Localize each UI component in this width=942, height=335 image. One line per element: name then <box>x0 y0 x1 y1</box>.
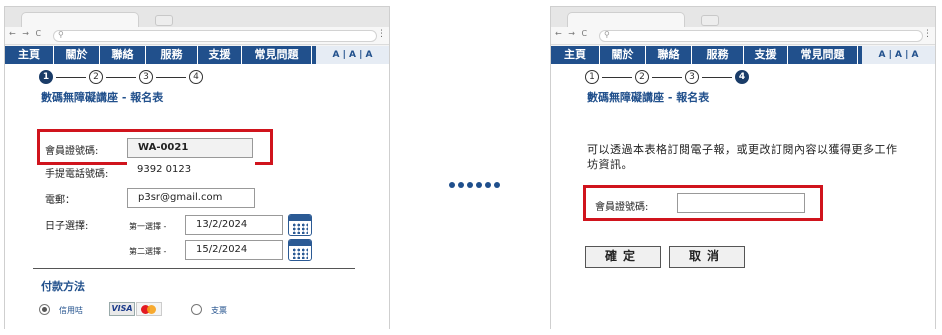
search-icon: ⚲ <box>604 30 610 39</box>
step-3: 3 <box>685 70 699 84</box>
page-content: 1 2 3 4 數碼無障礙講座 - 報名表 可以透過本表格訂閱電子報，或更改訂閱… <box>551 64 935 329</box>
site-nav: 主頁 關於 聯絡 服務 支援 常見問題 A | A | A <box>5 46 389 64</box>
url-input[interactable]: ⚲ <box>599 30 923 42</box>
member-id-field[interactable] <box>677 193 805 213</box>
step-1: 1 <box>585 70 599 84</box>
nav-home[interactable]: 主頁 <box>5 46 54 64</box>
nav-home[interactable]: 主頁 <box>551 46 600 64</box>
divider <box>33 268 355 269</box>
member-id-field[interactable]: WA-0021 <box>127 138 253 158</box>
email-field[interactable]: p3sr@gmail.com <box>127 188 255 208</box>
calendar-icon[interactable] <box>288 239 312 261</box>
search-icon: ⚲ <box>58 30 64 39</box>
first-date-field[interactable]: 13/2/2024 <box>185 215 283 235</box>
email-label: 電郵： <box>45 195 75 206</box>
browser-window-subscription: ← → C ⚲ ⋮ 主頁 關於 聯絡 服務 支援 常見問題 A | A | A … <box>550 6 936 329</box>
form-title: 數碼無障礙講座 - 報名表 <box>587 91 710 104</box>
form-title: 數碼無障礙講座 - 報名表 <box>41 91 164 104</box>
nav-contact[interactable]: 聯絡 <box>646 46 692 64</box>
cheque-radio[interactable] <box>191 304 202 315</box>
cheque-label: 支票 <box>211 306 227 315</box>
second-choice-label: 第二選擇 - <box>129 247 167 256</box>
subscription-description: 可以透過本表格訂閱電子報，或更改訂閱內容以獲得更多工作坊資訊。 <box>587 143 898 171</box>
font-size-control[interactable]: A | A | A <box>862 46 935 64</box>
browser-menu-icon[interactable]: ⋮ <box>923 29 932 39</box>
credit-card-label: 信用咭 <box>59 306 83 315</box>
date-label: 日子選擇: <box>45 221 89 232</box>
dot <box>476 182 482 188</box>
dot <box>485 182 491 188</box>
browser-tab-strip <box>551 7 935 27</box>
site-nav: 主頁 關於 聯絡 服務 支援 常見問題 A | A | A <box>551 46 935 64</box>
payment-section-title: 付款方法 <box>41 280 85 293</box>
nav-buttons[interactable]: ← → C <box>9 29 43 38</box>
browser-menu-icon[interactable]: ⋮ <box>377 29 386 39</box>
address-bar: ← → C ⚲ ⋮ <box>551 27 935 45</box>
browser-tab[interactable] <box>21 12 139 27</box>
step-connector <box>56 76 86 78</box>
nav-about[interactable]: 關於 <box>600 46 646 64</box>
step-3: 3 <box>139 70 153 84</box>
nav-support[interactable]: 支援 <box>198 46 242 64</box>
nav-services[interactable]: 服務 <box>692 46 744 64</box>
step-connector <box>652 76 682 78</box>
step-connector <box>156 76 186 78</box>
calendar-icon[interactable] <box>288 214 312 236</box>
confirm-button[interactable]: 確定 <box>585 246 661 268</box>
dot <box>458 182 464 188</box>
step-4: 4 <box>735 70 749 84</box>
nav-about[interactable]: 關於 <box>54 46 100 64</box>
mastercard-logo <box>136 302 162 316</box>
second-date-field[interactable]: 15/2/2024 <box>185 240 283 260</box>
member-id-label: 會員證號碼: <box>45 146 99 157</box>
progression-dots <box>449 182 500 188</box>
nav-faq[interactable]: 常見問題 <box>242 46 312 64</box>
nav-support[interactable]: 支援 <box>744 46 788 64</box>
visa-logo: VISA <box>109 302 135 316</box>
step-connector <box>106 76 136 78</box>
browser-tab[interactable] <box>567 12 685 27</box>
address-bar: ← → C ⚲ ⋮ <box>5 27 389 45</box>
new-tab-button[interactable] <box>155 15 173 26</box>
step-2: 2 <box>635 70 649 84</box>
step-indicator: 1 2 3 4 <box>39 70 203 84</box>
first-choice-label: 第一選擇 - <box>129 222 167 231</box>
nav-services[interactable]: 服務 <box>146 46 198 64</box>
page-content: 1 2 3 4 數碼無障礙講座 - 報名表 會員證號碼: WA-0021 手提電… <box>5 64 389 329</box>
dot <box>449 182 455 188</box>
new-tab-button[interactable] <box>701 15 719 26</box>
browser-tab-strip <box>5 7 389 27</box>
nav-faq[interactable]: 常見問題 <box>788 46 858 64</box>
step-connector <box>702 76 732 78</box>
step-1: 1 <box>39 70 53 84</box>
nav-buttons[interactable]: ← → C <box>555 29 589 38</box>
phone-field[interactable]: 9392 0123 <box>127 161 255 181</box>
member-id-label: 會員證號碼: <box>595 202 649 213</box>
dot <box>494 182 500 188</box>
step-4: 4 <box>189 70 203 84</box>
step-indicator: 1 2 3 4 <box>585 70 749 84</box>
nav-contact[interactable]: 聯絡 <box>100 46 146 64</box>
step-connector <box>602 76 632 78</box>
cancel-button[interactable]: 取消 <box>669 246 745 268</box>
phone-label: 手提電話號碼: <box>45 169 109 180</box>
step-2: 2 <box>89 70 103 84</box>
url-input[interactable]: ⚲ <box>53 30 377 42</box>
font-size-control[interactable]: A | A | A <box>316 46 389 64</box>
credit-card-radio[interactable] <box>39 304 50 315</box>
dot <box>467 182 473 188</box>
browser-window-registration: ← → C ⚲ ⋮ 主頁 關於 聯絡 服務 支援 常見問題 A | A | A … <box>4 6 390 329</box>
